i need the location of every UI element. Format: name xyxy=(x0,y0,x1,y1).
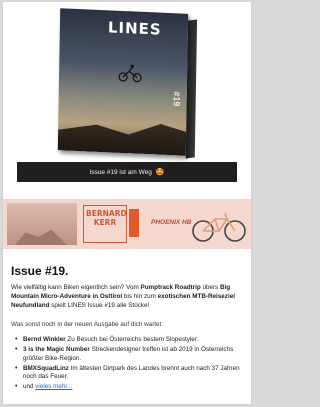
magazine-cover-image: LINES #19 xyxy=(57,8,198,159)
brand-logo: BERNARD KERR xyxy=(83,205,127,243)
list-item: • 3 is the Magic Number Streckendesigner… xyxy=(15,346,234,362)
bullet-icon: • xyxy=(15,346,18,353)
rock-graphic xyxy=(15,229,67,245)
bullet-icon: • xyxy=(15,364,18,372)
bike-icon xyxy=(192,212,246,242)
article-intro: Wie vielfältig kann Biken eigentlich sei… xyxy=(11,284,235,309)
magazine-spine xyxy=(185,19,198,159)
list-item: • und vieles mehr... xyxy=(15,383,73,390)
bullet-icon: • xyxy=(15,336,18,343)
brand-accent-block xyxy=(129,209,139,237)
banner-photo xyxy=(7,203,77,245)
bike-model-name: PHOENIX HB xyxy=(151,219,192,226)
issue-caption-text: Issue #19 ist am Weg xyxy=(89,168,152,176)
magazine-hill-graphic xyxy=(58,116,187,156)
feature-list: • Bernd Winkler Zu Besuch bei Österreich… xyxy=(13,336,245,393)
magazine-logo: LINES xyxy=(107,18,162,39)
magazine-issue-tag: #19 xyxy=(171,91,182,107)
newsletter-page: LINES #19 Issue #19 ist am Weg 🤩 BERNARD… xyxy=(3,2,251,404)
bullet-icon: • xyxy=(15,383,18,390)
magazine-hero: LINES #19 Issue #19 ist am Weg 🤩 xyxy=(3,2,251,182)
issue-caption-bar[interactable]: Issue #19 ist am Weg 🤩 xyxy=(17,162,237,182)
more-link[interactable]: vieles mehr... xyxy=(35,383,72,390)
list-item: • BMXSquadLinz Im ältesten Dirtpark des … xyxy=(15,364,240,381)
ad-banner[interactable]: BERNARD KERR PHOENIX HB xyxy=(3,199,251,249)
rider-icon xyxy=(118,64,142,83)
star-eyes-emoji-icon: 🤩 xyxy=(155,169,165,176)
list-item: • Bernd Winkler Zu Besuch bei Österreich… xyxy=(15,336,199,343)
article-headline: Issue #19. xyxy=(11,264,69,278)
article-subline: Was sonst noch in der neuen Ausgabe auf … xyxy=(11,321,164,328)
